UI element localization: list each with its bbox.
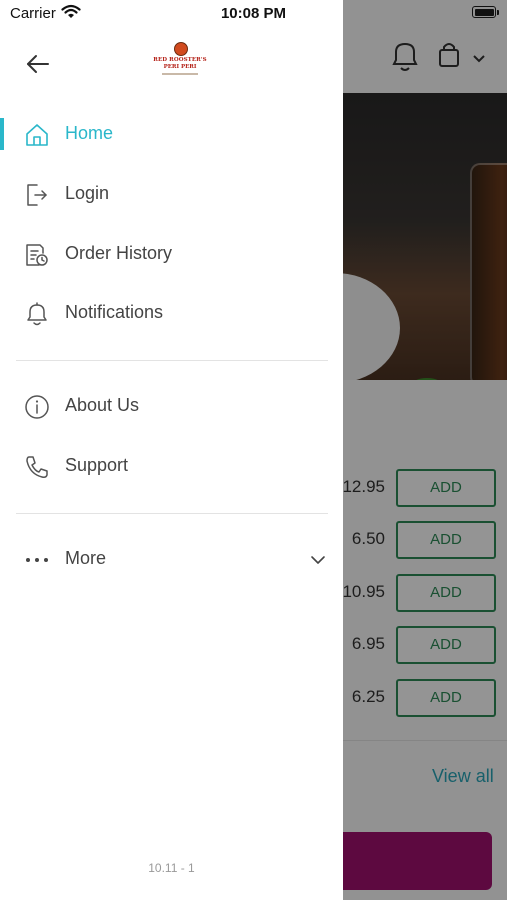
menu-item-login[interactable]: Login xyxy=(0,172,343,216)
menu-item-support[interactable]: Support xyxy=(0,444,343,488)
menu-item-more[interactable]: More xyxy=(0,537,343,581)
order-history-icon xyxy=(24,242,50,268)
menu-item-notifications[interactable]: Notifications xyxy=(0,291,343,335)
logo-text-line1: RED ROOSTER'S xyxy=(153,57,207,63)
status-bar: Carrier 10:08 PM xyxy=(0,0,507,28)
menu-item-label: Home xyxy=(65,123,114,143)
menu-item-label: Notifications xyxy=(65,302,164,322)
home-icon xyxy=(24,122,50,148)
menu-item-about-us[interactable]: About Us xyxy=(0,384,343,428)
battery-icon xyxy=(472,6,499,18)
menu-item-label: Support xyxy=(65,455,129,475)
logo-rooster-emblem xyxy=(174,42,188,56)
app-version: 10.11 - 1 xyxy=(148,861,195,875)
logo-text-line2: PERI PERI xyxy=(163,64,197,70)
menu-item-label: More xyxy=(65,548,107,568)
menu-item-order-history[interactable]: Order History xyxy=(0,232,343,276)
login-icon xyxy=(24,182,50,208)
menu-item-label: Login xyxy=(65,183,110,203)
app-screen: 12.95 ADD 6.50 ADD 10.95 ADD 6.95 ADD 6.… xyxy=(0,0,507,900)
chevron-down-icon[interactable] xyxy=(308,550,328,570)
clock: 10:08 PM xyxy=(220,5,287,22)
brand-logo: RED ROOSTER'S PERI PERI xyxy=(148,42,212,82)
phone-icon xyxy=(24,454,50,480)
menu-divider xyxy=(16,513,328,514)
info-icon xyxy=(24,394,50,420)
bell-icon xyxy=(24,301,50,327)
more-dots-icon xyxy=(24,547,50,573)
menu-item-home[interactable]: Home xyxy=(0,112,343,156)
menu-item-label: Order History xyxy=(65,243,173,263)
navigation-drawer: RED ROOSTER'S PERI PERI Home Login Order… xyxy=(0,0,343,900)
menu-divider xyxy=(16,360,328,361)
menu-item-label: About Us xyxy=(65,395,140,415)
back-arrow-icon[interactable] xyxy=(24,50,52,78)
logo-tagline xyxy=(162,73,198,75)
